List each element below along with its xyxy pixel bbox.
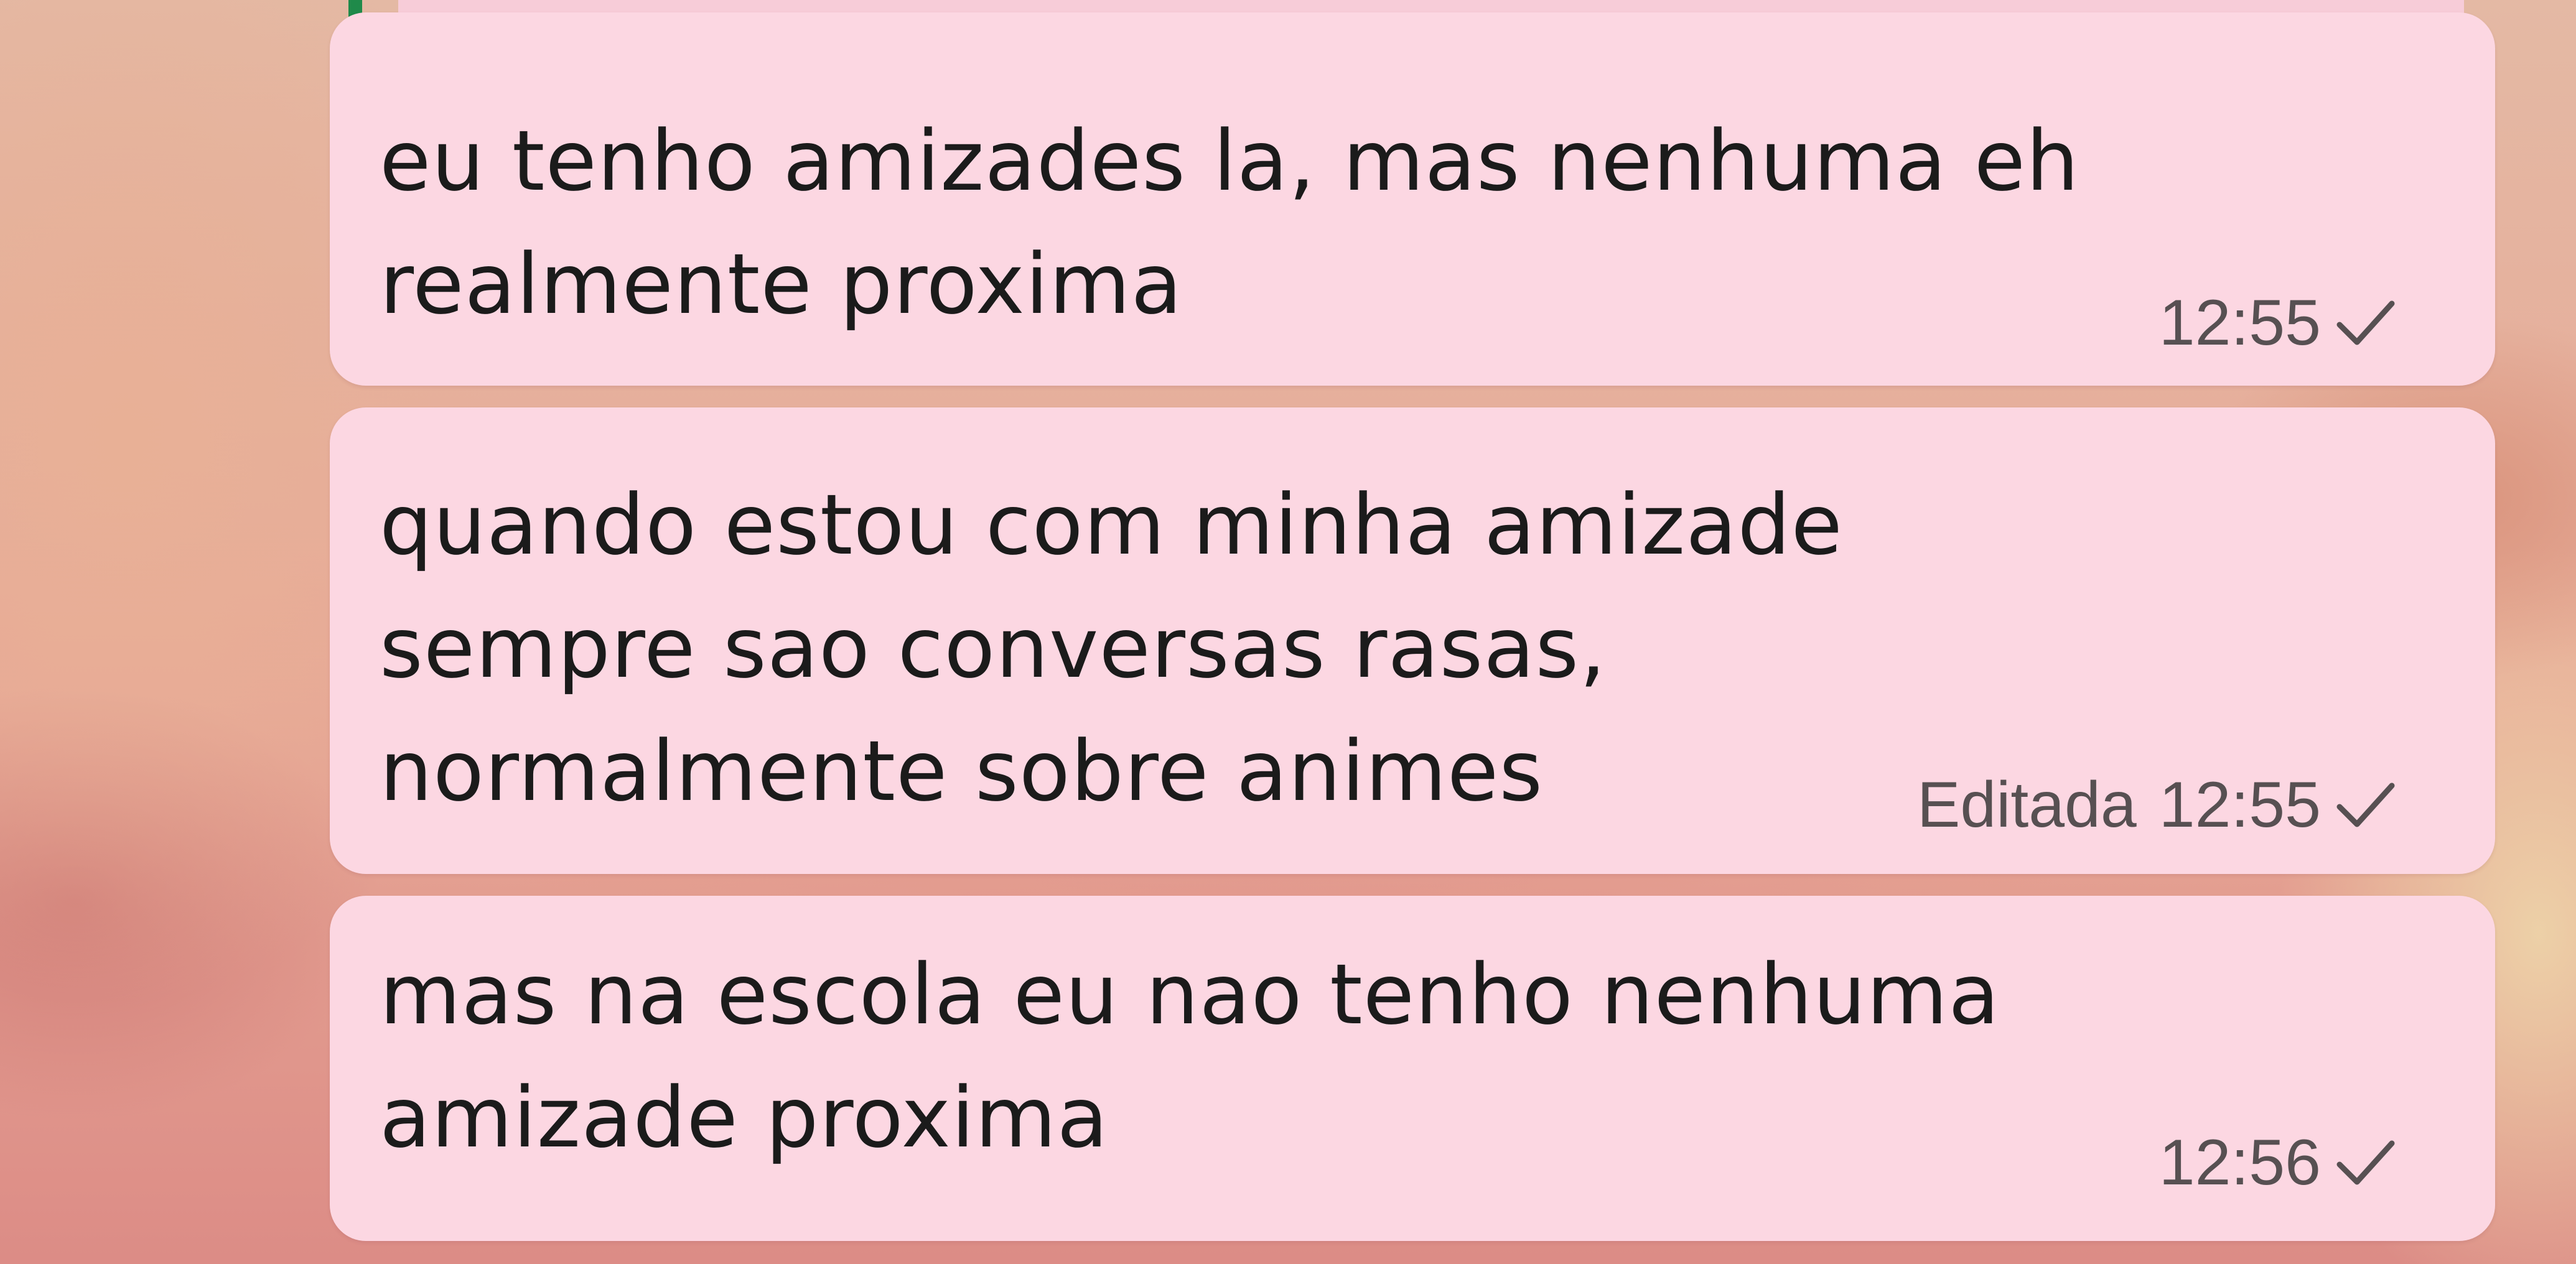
message-time: 12:56 [2158, 1127, 2321, 1199]
single-check-icon [2336, 300, 2395, 345]
message-bubble[interactable]: mas na escola eu nao tenho nenhuma amiza… [330, 896, 2495, 1241]
message-bubble[interactable]: eu tenho amizades la, mas nenhuma eh rea… [330, 12, 2495, 386]
message-bubble[interactable]: quando estou com minha amizade sempre sa… [330, 407, 2495, 874]
single-check-icon [2336, 1140, 2395, 1184]
message-text: eu tenho amizades la, mas nenhuma eh rea… [380, 113, 2079, 333]
message-time: 12:55 [2158, 769, 2321, 841]
message-meta: 12:55 [2159, 286, 2396, 360]
single-check-icon [2336, 783, 2395, 827]
edited-label: Editada [1917, 769, 2137, 841]
message-meta: Editada 12:55 [1917, 768, 2396, 842]
message-time: 12:55 [2158, 287, 2321, 359]
message-meta: 12:56 [2159, 1126, 2396, 1200]
message-text: mas na escola eu nao tenho nenhuma amiza… [380, 946, 2000, 1166]
message-list[interactable]: eu tenho amizades la, mas nenhuma eh rea… [0, 0, 2576, 1264]
